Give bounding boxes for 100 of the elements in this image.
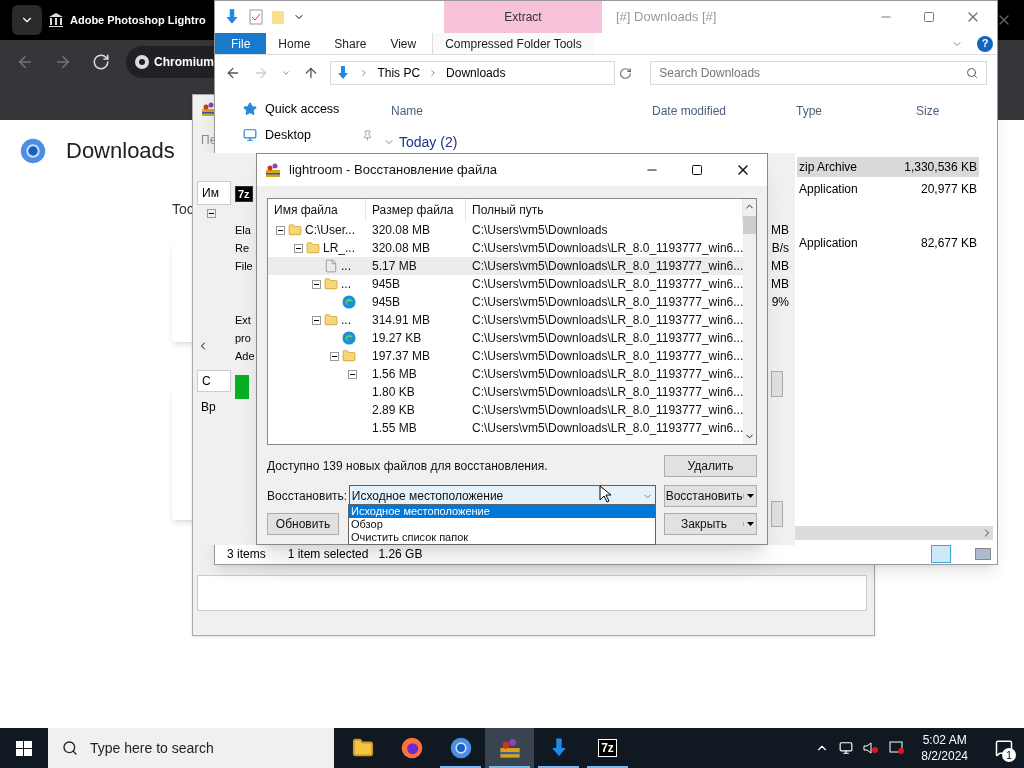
tree-row[interactable]: LR_... 320.08 MB C:\Users\vm5\Downloads\LR_8.0_1193777_win6...	[268, 239, 744, 257]
restore-split-button[interactable]: Восстановить	[664, 485, 757, 507]
muted-speaker-icon[interactable]	[863, 741, 880, 755]
dropdown-option[interactable]: Обзор	[349, 518, 655, 531]
dropdown-arrow-icon[interactable]	[746, 522, 754, 526]
tree-row[interactable]: 1.80 KB C:\Users\vm5\Downloads\LR_8.0_1193777_win6...	[268, 383, 744, 401]
file-path: C:\Users\vm5\Downloads\LR_8.0_1193777_win6...	[471, 294, 744, 311]
forward-icon[interactable]	[54, 53, 72, 71]
page-title: Downloads	[66, 137, 175, 165]
address-bar[interactable]: Chromium	[126, 46, 216, 78]
taskbar-button[interactable]	[485, 728, 534, 768]
browser-tab[interactable]: Adobe Photoshop Lightro	[70, 11, 206, 29]
file-name: C:\User...	[305, 222, 355, 239]
breadcrumb-item[interactable]: This PC	[377, 64, 421, 82]
file-name: ...	[341, 276, 351, 293]
pin-icon	[362, 129, 373, 141]
file-size: 19.27 KB	[371, 330, 423, 347]
file-row[interactable]: Application 82,677 KB	[797, 233, 979, 253]
notification-button[interactable]: 1	[984, 728, 1024, 768]
field-label: Ela	[235, 223, 252, 238]
search-field[interactable]: Type here to search	[48, 728, 334, 768]
collapse-icon[interactable]	[294, 243, 303, 253]
back-icon[interactable]	[16, 53, 34, 71]
tiles-view-button[interactable]	[975, 548, 991, 560]
message-icon	[995, 739, 1013, 757]
breadcrumb-item[interactable]: Downloads	[446, 64, 506, 82]
refresh-button[interactable]: Обновить	[267, 513, 339, 535]
file-size: 1.80 KB	[371, 384, 416, 401]
tab[interactable]: С	[197, 370, 231, 392]
file-menu-button[interactable]: File	[215, 33, 267, 54]
tree-row[interactable]: ... 5.17 MB C:\Users\vm5\Downloads\LR_8.0_1193777_win6...	[268, 257, 744, 275]
firefox-icon	[400, 737, 423, 759]
collapse-icon	[207, 209, 216, 218]
tree-row[interactable]: 1.55 MB C:\Users\vm5\Downloads\LR_8.0_1193777_win6...	[268, 419, 744, 437]
browser-icon	[342, 295, 356, 309]
close-split-button[interactable]: Закрыть	[664, 513, 757, 535]
search-field[interactable]: Search Downloads	[650, 61, 987, 85]
maximize-icon[interactable]	[691, 164, 703, 176]
collapse-icon[interactable]	[312, 279, 321, 289]
file-path: C:\Users\vm5\Downloads\LR_8.0_1193777_win6...	[471, 384, 744, 401]
field-label: Восстановить:	[267, 488, 349, 505]
file-path: C:\Users\vm5\Downloads\LR_8.0_1193777_win6...	[471, 366, 744, 383]
file-row[interactable]: zip Archive 1,330,536 KB	[797, 157, 979, 177]
scrollbar[interactable]	[743, 199, 756, 444]
column-header[interactable]: Date modified	[642, 102, 786, 120]
address-bar[interactable]: This PC Downloads	[330, 61, 616, 85]
collapse-icon[interactable]	[348, 369, 357, 379]
collapse-icon[interactable]	[330, 351, 339, 361]
nav-item[interactable]: Desktop	[243, 125, 381, 145]
nav-item[interactable]: Quick access	[243, 99, 381, 119]
help-button[interactable]: ?	[977, 35, 993, 52]
input-icon[interactable]	[889, 741, 906, 755]
properties-icon[interactable]	[249, 9, 263, 25]
tree-row[interactable]: 2.89 KB C:\Users\vm5\Downloads\LR_8.0_1193777_win6...	[268, 401, 744, 419]
delete-button[interactable]: Удалить	[664, 455, 757, 477]
collapse-icon[interactable]	[312, 315, 321, 325]
app-logo: 7z	[235, 186, 253, 202]
tree-row[interactable]: C:\User... 320.08 MB C:\Users\vm5\Downloads	[268, 221, 744, 239]
column-header[interactable]: Name	[381, 102, 642, 120]
tree-row[interactable]: 197.37 MB C:\Users\vm5\Downloads\LR_8.0_1193777_win6...	[268, 347, 744, 365]
museum-icon	[48, 12, 64, 28]
ribbon-tab[interactable]: View	[378, 33, 429, 54]
monitor-icon	[243, 128, 257, 142]
column-header[interactable]: Имя файла	[268, 199, 366, 221]
clock[interactable]: 5:02 AM 8/2/2024	[915, 732, 974, 764]
status-text: 1 item selected	[287, 546, 369, 563]
ribbon-tab[interactable]: Share	[322, 33, 379, 54]
tree-row[interactable]: ... 945B C:\Users\vm5\Downloads\LR_8.0_1193777_win6...	[268, 275, 744, 293]
collapse-icon[interactable]	[276, 225, 285, 235]
field-label: Ade	[235, 349, 255, 364]
column-header[interactable]: Размер файла	[366, 199, 466, 221]
column-header[interactable]: Type	[786, 102, 906, 120]
scroll-thumb[interactable]	[743, 216, 756, 234]
summary-text: Доступно 139 новых файлов для восстановления.	[267, 458, 548, 475]
tree-row[interactable]: 1.56 MB C:\Users\vm5\Downloads\LR_8.0_1193777_win6...	[268, 365, 744, 383]
back-icon[interactable]	[225, 65, 241, 81]
field-label: File	[235, 259, 254, 274]
ribbon-tab[interactable]: Home	[266, 33, 323, 54]
file-size: 320.08 MB	[371, 240, 432, 257]
file-path: C:\Users\vm5\Downloads	[471, 222, 609, 239]
tree-row[interactable]: ... 314.91 MB C:\Users\vm5\Downloads\LR_8.0_1193777_win6...	[268, 311, 744, 329]
file-size: 1.56 MB	[371, 366, 418, 383]
tab-search-button[interactable]	[12, 5, 42, 35]
file-path: C:\Users\vm5\Downloads\LR_8.0_1193777_win6...	[471, 348, 744, 365]
dropdown-arrow-icon[interactable]	[746, 494, 754, 498]
file-size: 2.89 KB	[371, 402, 416, 419]
reload-icon[interactable]	[92, 53, 110, 71]
file-row[interactable]: Application 20,977 KB	[797, 179, 979, 199]
tree-row[interactable]: 945B C:\Users\vm5\Downloads\LR_8.0_1193777_win6...	[268, 293, 744, 311]
dropdown-option[interactable]: Очистить список папок	[349, 531, 655, 544]
network-icon[interactable]	[839, 741, 854, 755]
column-header: Им	[197, 181, 231, 205]
taskbar-button[interactable]: 7z	[583, 728, 632, 768]
group-header[interactable]: Today (2)	[399, 131, 458, 153]
file-path: C:\Users\vm5\Downloads\LR_8.0_1193777_win6...	[471, 312, 744, 329]
tree-row[interactable]: 19.27 KB C:\Users\vm5\Downloads\LR_8.0_1193777_win6...	[268, 329, 744, 347]
dropdown-option[interactable]: Исходное местоположение	[349, 505, 655, 518]
column-header[interactable]: Size	[906, 102, 976, 120]
refresh-icon[interactable]	[619, 66, 633, 80]
file-path: C:\Users\vm5\Downloads\LR_8.0_1193777_win6...	[471, 420, 744, 437]
